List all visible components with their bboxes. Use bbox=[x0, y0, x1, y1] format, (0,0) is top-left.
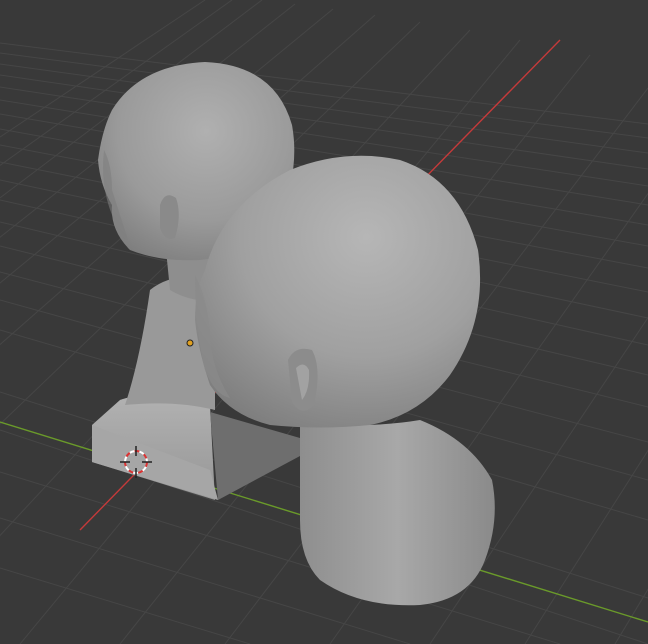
front-bust-mesh[interactable] bbox=[195, 155, 495, 606]
3d-viewport[interactable] bbox=[0, 0, 648, 644]
object-origin-icon[interactable] bbox=[186, 339, 194, 347]
viewport-canvas[interactable] bbox=[0, 0, 648, 644]
